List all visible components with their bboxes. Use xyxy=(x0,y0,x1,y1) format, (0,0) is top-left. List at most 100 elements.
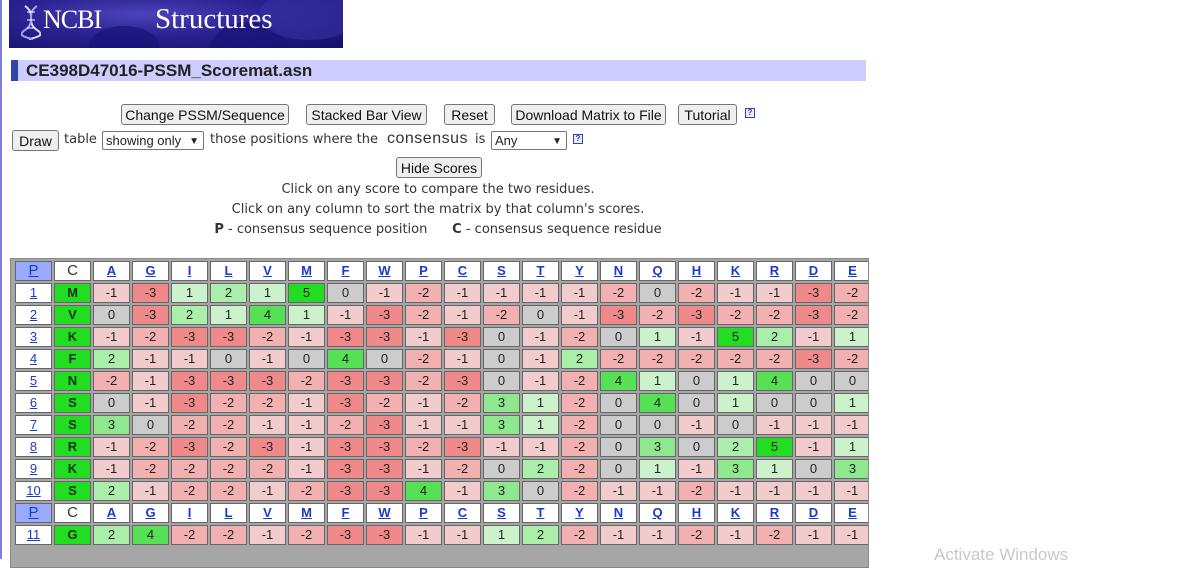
score-cell[interactable]: 4 xyxy=(639,393,676,413)
position-header-link[interactable]: P xyxy=(28,262,38,279)
position-link[interactable]: 1 xyxy=(30,285,37,300)
score-cell[interactable]: -2 xyxy=(600,283,637,303)
column-header-N[interactable]: N xyxy=(600,503,637,523)
score-cell[interactable]: -3 xyxy=(366,459,403,479)
score-cell[interactable]: -1 xyxy=(405,459,442,479)
tutorial-button[interactable]: Tutorial xyxy=(678,104,737,125)
sort-column-link[interactable]: A xyxy=(107,263,116,278)
sort-column-link[interactable]: K xyxy=(731,263,740,278)
score-cell[interactable]: -1 xyxy=(834,481,868,501)
score-cell[interactable]: -2 xyxy=(600,349,637,369)
score-cell[interactable]: -2 xyxy=(717,305,754,325)
score-cell[interactable]: -2 xyxy=(132,459,169,479)
score-cell[interactable]: 0 xyxy=(600,459,637,479)
score-cell[interactable]: -1 xyxy=(444,305,481,325)
score-cell[interactable]: -2 xyxy=(210,437,247,457)
column-header-P[interactable]: P xyxy=(405,261,442,281)
score-cell[interactable]: -2 xyxy=(678,525,715,545)
score-cell[interactable]: -2 xyxy=(678,481,715,501)
column-header-Y[interactable]: Y xyxy=(561,261,598,281)
score-cell[interactable]: -2 xyxy=(717,349,754,369)
score-cell[interactable]: 1 xyxy=(717,371,754,391)
score-cell[interactable]: -1 xyxy=(522,371,559,391)
column-header-P[interactable]: P xyxy=(405,503,442,523)
score-cell[interactable]: -1 xyxy=(327,305,364,325)
score-cell[interactable]: 1 xyxy=(717,393,754,413)
column-header-E[interactable]: E xyxy=(834,261,868,281)
stacked-bar-view-button[interactable]: Stacked Bar View xyxy=(306,104,427,125)
score-cell[interactable]: 5 xyxy=(288,283,325,303)
sort-column-link[interactable]: T xyxy=(537,505,545,520)
sort-column-link[interactable]: E xyxy=(848,263,857,278)
position-number-cell[interactable]: 2 xyxy=(15,305,52,325)
score-cell[interactable]: -2 xyxy=(678,283,715,303)
column-header-N[interactable]: N xyxy=(600,261,637,281)
score-cell[interactable]: -2 xyxy=(405,437,442,457)
column-header-G[interactable]: G xyxy=(132,261,169,281)
score-cell[interactable]: -3 xyxy=(327,437,364,457)
score-cell[interactable]: -1 xyxy=(756,481,793,501)
score-cell[interactable]: -3 xyxy=(132,283,169,303)
score-cell[interactable]: -3 xyxy=(366,415,403,435)
position-number-cell[interactable]: 6 xyxy=(15,393,52,413)
score-cell[interactable]: -1 xyxy=(444,349,481,369)
score-cell[interactable]: 0 xyxy=(600,415,637,435)
score-cell[interactable]: -1 xyxy=(678,415,715,435)
sort-column-link[interactable]: V xyxy=(263,263,272,278)
column-header-I[interactable]: I xyxy=(171,503,208,523)
score-cell[interactable]: -2 xyxy=(327,415,364,435)
score-cell[interactable]: 0 xyxy=(93,305,130,325)
score-cell[interactable]: -1 xyxy=(288,459,325,479)
score-cell[interactable]: -2 xyxy=(561,459,598,479)
score-cell[interactable]: 0 xyxy=(522,305,559,325)
score-cell[interactable]: -1 xyxy=(600,525,637,545)
reset-button[interactable]: Reset xyxy=(444,104,495,125)
sort-column-link[interactable]: S xyxy=(497,263,506,278)
score-cell[interactable]: 3 xyxy=(717,459,754,479)
column-header-S[interactable]: S xyxy=(483,503,520,523)
sort-column-link[interactable]: R xyxy=(770,505,779,520)
score-cell[interactable]: -3 xyxy=(366,481,403,501)
score-cell[interactable]: -1 xyxy=(483,437,520,457)
score-cell[interactable]: -1 xyxy=(522,283,559,303)
sort-column-link[interactable]: V xyxy=(263,505,272,520)
score-cell[interactable]: -2 xyxy=(639,305,676,325)
column-header-H[interactable]: H xyxy=(678,503,715,523)
score-cell[interactable]: 0 xyxy=(678,371,715,391)
score-cell[interactable]: -1 xyxy=(639,525,676,545)
score-cell[interactable]: 1 xyxy=(522,393,559,413)
score-cell[interactable]: -3 xyxy=(444,327,481,347)
score-cell[interactable]: -2 xyxy=(561,525,598,545)
score-cell[interactable]: -1 xyxy=(93,283,130,303)
score-cell[interactable]: -2 xyxy=(756,349,793,369)
draw-button[interactable]: Draw xyxy=(12,130,59,151)
position-link[interactable]: 2 xyxy=(30,307,37,322)
score-cell[interactable]: -1 xyxy=(93,437,130,457)
score-cell[interactable]: -1 xyxy=(834,415,868,435)
score-cell[interactable]: 0 xyxy=(795,459,832,479)
column-header-C[interactable]: C xyxy=(444,503,481,523)
score-cell[interactable]: -1 xyxy=(288,415,325,435)
score-cell[interactable]: 2 xyxy=(561,349,598,369)
sort-column-link[interactable]: Y xyxy=(575,505,584,520)
position-link[interactable]: 7 xyxy=(30,417,37,432)
position-number-cell[interactable]: 7 xyxy=(15,415,52,435)
score-cell[interactable]: -1 xyxy=(561,283,598,303)
column-header-E[interactable]: E xyxy=(834,503,868,523)
column-header-A[interactable]: A xyxy=(93,503,130,523)
position-number-cell[interactable]: 1 xyxy=(15,283,52,303)
score-cell[interactable]: 0 xyxy=(639,415,676,435)
sort-column-link[interactable]: S xyxy=(497,505,506,520)
column-header-D[interactable]: D xyxy=(795,261,832,281)
score-cell[interactable]: 3 xyxy=(483,415,520,435)
column-header-K[interactable]: K xyxy=(717,503,754,523)
score-cell[interactable]: -3 xyxy=(210,371,247,391)
sort-column-link[interactable]: D xyxy=(809,263,818,278)
column-header-K[interactable]: K xyxy=(717,261,754,281)
sort-column-link[interactable]: L xyxy=(225,505,233,520)
position-link[interactable]: 3 xyxy=(30,329,37,344)
score-cell[interactable]: 0 xyxy=(210,349,247,369)
score-cell[interactable]: 0 xyxy=(678,437,715,457)
score-cell[interactable]: -3 xyxy=(171,371,208,391)
score-cell[interactable]: -3 xyxy=(444,371,481,391)
